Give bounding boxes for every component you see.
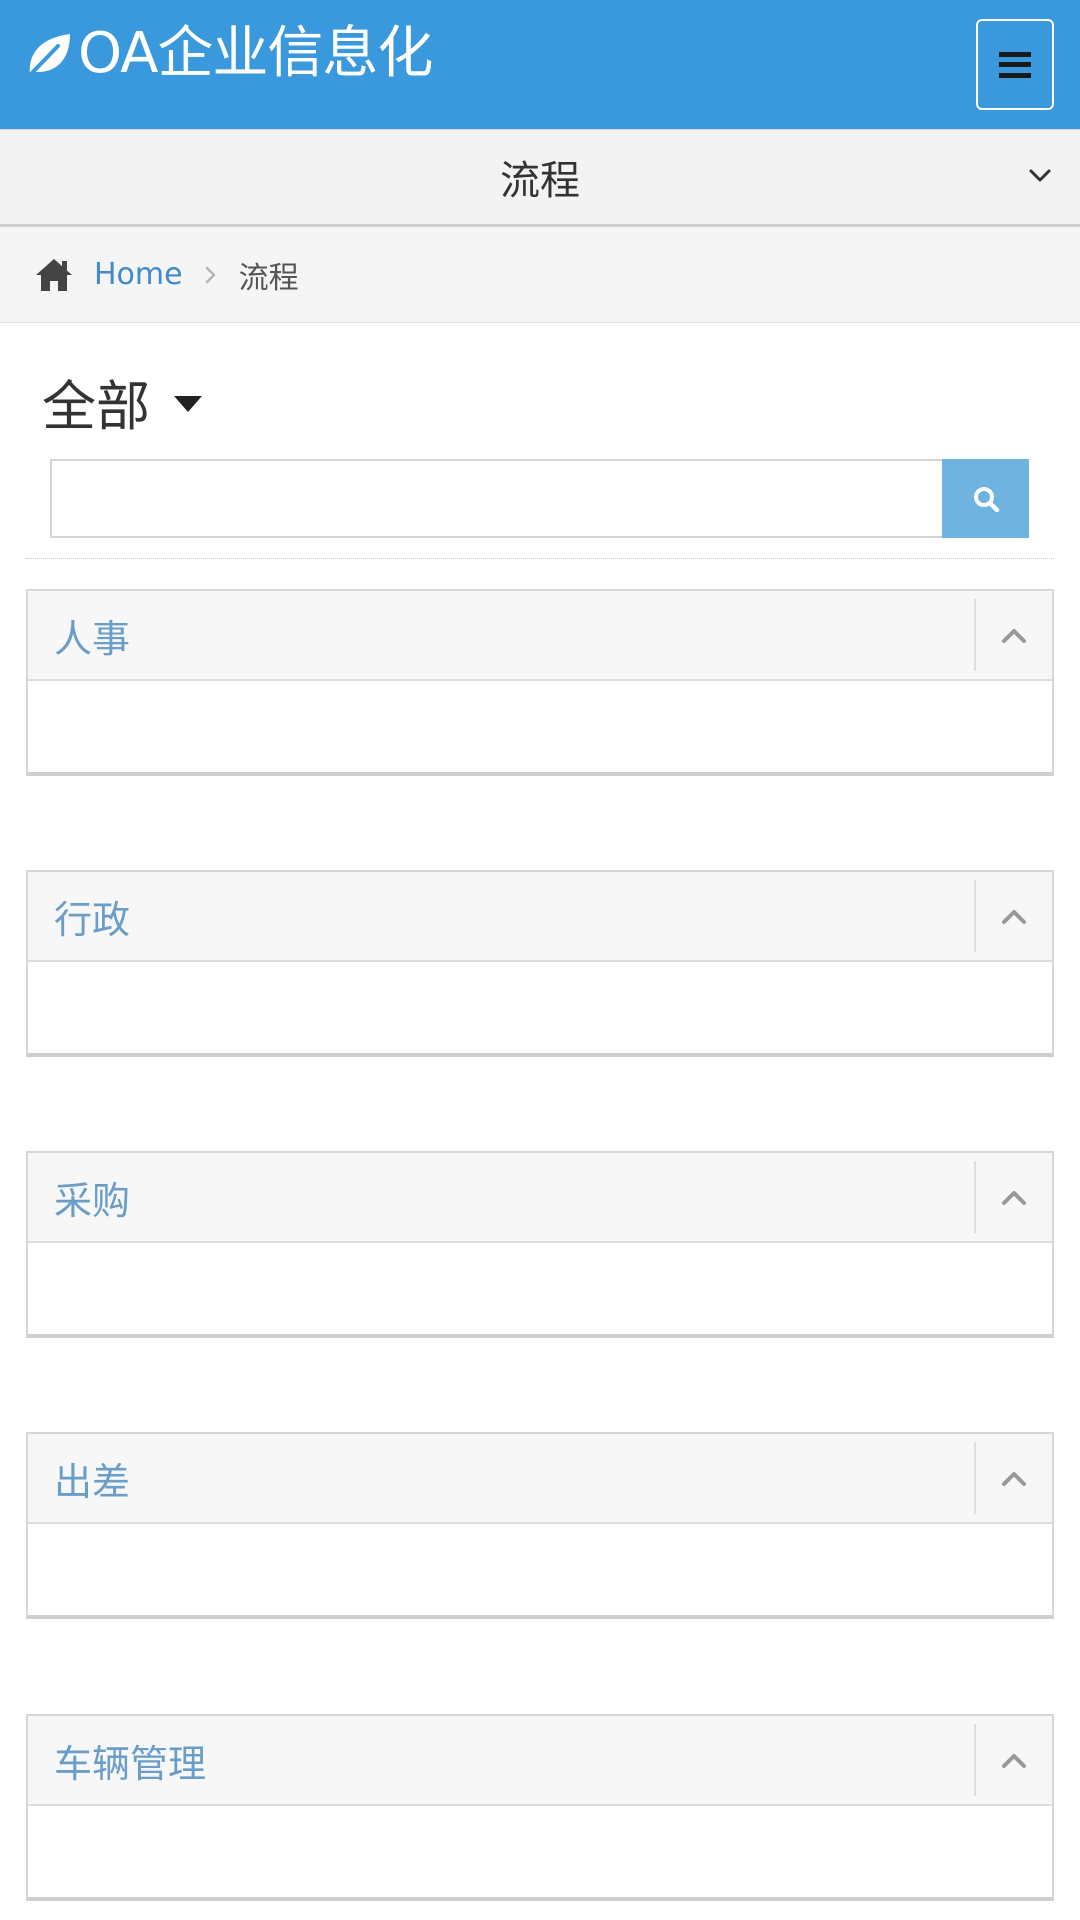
panel-body [28, 1524, 1052, 1615]
divider [26, 558, 1054, 559]
leaf-icon [28, 34, 71, 77]
breadcrumb-home-link[interactable]: Home [94, 257, 183, 292]
filter-label: 全部 [42, 374, 150, 438]
chevron-up-icon [1002, 1754, 1026, 1768]
panel-title: 出差 [54, 1459, 131, 1504]
search-icon [973, 486, 999, 512]
panel-header[interactable]: 车辆管理 [28, 1716, 1052, 1806]
chevron-down-icon [1029, 169, 1051, 182]
brand-logo[interactable]: OA企业信息化 [24, 14, 433, 94]
home-icon [36, 258, 72, 291]
category-filter-dropdown[interactable]: 全部 [42, 368, 204, 438]
brand-text: OA企业信息化 [78, 21, 433, 86]
menu-toggle-button[interactable] [976, 19, 1054, 110]
hamburger-icon [999, 51, 1031, 78]
chevron-up-icon [1002, 1191, 1026, 1205]
panel-body [28, 1243, 1052, 1334]
search-bar [50, 459, 1029, 538]
panel-header[interactable]: 采购 [28, 1153, 1052, 1243]
search-input[interactable] [50, 459, 942, 538]
breadcrumb: Home 流程 [0, 227, 1080, 323]
chevron-up-icon [1002, 1472, 1026, 1486]
panel-body [28, 962, 1052, 1053]
search-button[interactable] [942, 459, 1029, 538]
chevron-right-icon [205, 266, 215, 283]
collapse-toggle[interactable] [974, 880, 1052, 952]
panel-title: 采购 [54, 1178, 131, 1223]
category-panel-purchase: 采购 [26, 1151, 1054, 1338]
caret-down-icon [174, 396, 202, 412]
section-title: 流程 [500, 158, 580, 204]
collapse-toggle[interactable] [974, 1724, 1052, 1796]
category-panel-hr: 人事 [26, 589, 1054, 776]
panel-body [28, 1806, 1052, 1897]
panel-header[interactable]: 行政 [28, 872, 1052, 962]
collapse-toggle[interactable] [974, 1442, 1052, 1514]
panel-header[interactable]: 出差 [28, 1434, 1052, 1524]
panel-title: 车辆管理 [54, 1741, 207, 1786]
panel-title: 行政 [54, 897, 131, 942]
chevron-up-icon [1002, 910, 1026, 924]
category-panel-admin: 行政 [26, 870, 1054, 1057]
collapse-toggle[interactable] [974, 1161, 1052, 1233]
panel-title: 人事 [54, 616, 131, 661]
app-header: OA企业信息化 [0, 0, 1080, 129]
chevron-up-icon [1002, 629, 1026, 643]
category-panel-vehicle: 车辆管理 [26, 1714, 1054, 1901]
collapse-toggle[interactable] [974, 599, 1052, 671]
panel-header[interactable]: 人事 [28, 591, 1052, 681]
category-panel-travel: 出差 [26, 1432, 1054, 1619]
panel-body [28, 681, 1052, 772]
section-selector[interactable]: 流程 [0, 129, 1080, 227]
breadcrumb-current: 流程 [238, 260, 299, 296]
